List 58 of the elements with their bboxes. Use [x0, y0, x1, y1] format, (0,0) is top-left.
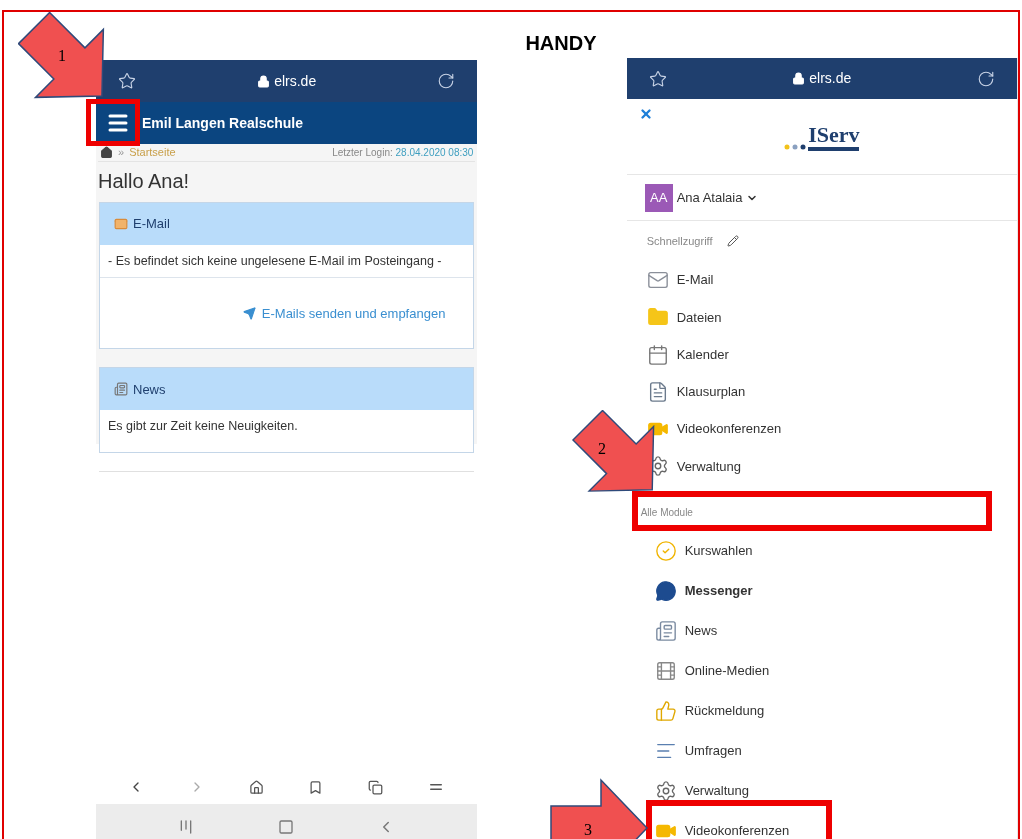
step-number: 1	[58, 46, 66, 66]
menu-item[interactable]: Kurswahlen	[684, 541, 753, 561]
step-number: 3	[584, 820, 592, 839]
bookmark-icon[interactable]	[308, 779, 324, 795]
menu-item[interactable]: Verwaltung	[676, 456, 741, 476]
user-menu[interactable]: Ana Atalaia	[676, 187, 743, 208]
send-receive-link[interactable]: E-Mails senden und empfangen	[261, 303, 446, 323]
card-message: - Es befindet sich keine ungelesene E-Mail im Posteingang -	[108, 253, 442, 268]
highlight-box	[86, 99, 140, 146]
section-heading: HANDY	[525, 32, 597, 54]
calendar-icon	[646, 343, 669, 366]
send-icon	[242, 306, 256, 320]
film-icon	[654, 660, 677, 682]
avatar: AA	[644, 183, 673, 212]
check-icon	[654, 540, 677, 562]
breadcrumb-separator: »	[118, 145, 125, 160]
news-icon	[654, 620, 677, 642]
menu-item[interactable]: Rückmeldung	[684, 701, 765, 721]
step-number: 2	[598, 439, 606, 459]
pencil-icon[interactable]	[726, 235, 739, 248]
dots-icon	[784, 142, 807, 151]
home-icon[interactable]	[100, 145, 113, 159]
menu-item[interactable]: Messenger	[684, 581, 753, 601]
address-text[interactable]: elrs.de	[274, 70, 317, 92]
reload-icon[interactable]	[437, 72, 456, 90]
gear-icon	[654, 780, 677, 802]
app-title: Emil Langen Realschule	[142, 113, 304, 133]
menu-item[interactable]: Videokonferenzen	[676, 419, 782, 439]
menu-item[interactable]: Online-Medien	[684, 661, 770, 681]
tabs-icon[interactable]	[367, 779, 383, 795]
logo: IServ	[808, 122, 860, 151]
card-title: News	[133, 380, 166, 399]
lock-icon	[792, 72, 806, 86]
menu-item[interactable]: News	[684, 621, 718, 641]
card-title: E-Mail	[133, 214, 170, 233]
last-login-text: Letzter Login: 28.04.2020 08:30	[332, 145, 474, 160]
chat-icon	[654, 580, 677, 602]
menu-item[interactable]: Umfragen	[684, 741, 742, 761]
star-icon[interactable]	[118, 72, 136, 90]
section-label: Alle Module	[640, 505, 693, 520]
thumbs-up-icon	[654, 700, 677, 722]
menu-item[interactable]: Dateien	[676, 307, 722, 328]
close-icon[interactable]	[638, 107, 653, 122]
menu-item[interactable]: Kalender	[676, 344, 729, 365]
home-button-icon[interactable]	[277, 819, 294, 835]
home-icon[interactable]	[248, 779, 264, 795]
address-text[interactable]: elrs.de	[809, 68, 852, 90]
greeting: Hallo Ana!	[98, 168, 191, 194]
menu-item[interactable]: Verwaltung	[684, 781, 749, 801]
news-icon	[114, 382, 128, 397]
menu-item[interactable]: Videokonferenzen	[684, 821, 790, 839]
star-icon[interactable]	[648, 69, 667, 88]
menu-item[interactable]: E-Mail	[676, 270, 714, 290]
menu-item[interactable]: Klausurplan	[676, 382, 746, 402]
card-message: Es gibt zur Zeit keine Neuigkeiten.	[108, 419, 298, 434]
reload-icon[interactable]	[977, 69, 995, 88]
lock-icon	[257, 74, 271, 88]
section-label: Schnellzugriff	[646, 233, 713, 249]
